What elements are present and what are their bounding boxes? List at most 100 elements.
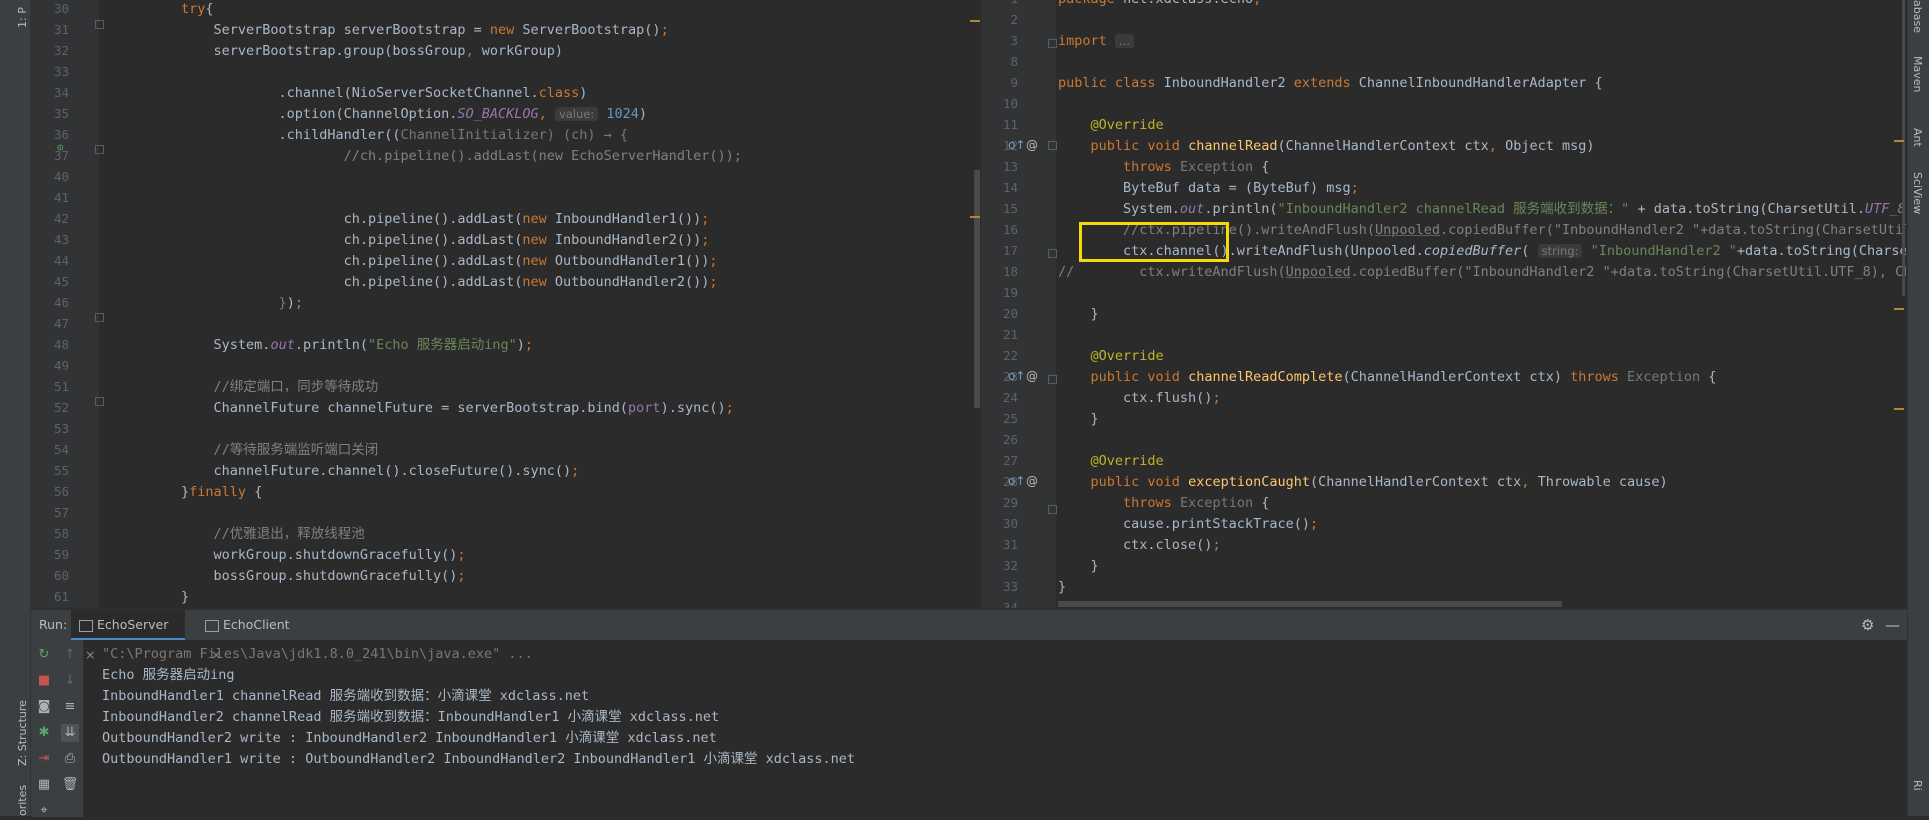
code-line: public void channelReadComplete(ChannelH…	[1090, 369, 1717, 385]
code-line: ctx.flush();	[1058, 390, 1221, 406]
run-toolbar-primary: ↻ ■ ◙ ✱ ⇥ ▦ ⌖	[31, 640, 57, 820]
line-number: 11	[1002, 117, 1018, 132]
code-line: package net.xdclass.echo;	[1058, 0, 1261, 10]
sciview-tool-label[interactable]: SciView	[1911, 172, 1924, 214]
pin-icon[interactable]: ⌖	[35, 802, 53, 820]
code-line: }	[1058, 306, 1099, 322]
fold-icon[interactable]	[1048, 249, 1057, 258]
run-panel-header: Run: EchoServer × EchoClient × ⚙ —	[31, 610, 1908, 662]
ant-tool-label[interactable]: Ant	[1911, 128, 1924, 147]
debug-icon[interactable]: ✱	[35, 724, 53, 742]
code-line: }finally {	[116, 484, 263, 500]
line-number: 30	[53, 1, 69, 16]
fold-icon[interactable]	[1048, 505, 1057, 514]
override-icon[interactable]: o↑	[1008, 138, 1025, 152]
highlight-box	[1079, 222, 1229, 262]
line-number: 33	[1002, 579, 1018, 594]
left-tool-strip: 1: P Z: Structure orites	[0, 0, 31, 816]
code-line: //等待服务端监听端口关闭	[213, 442, 379, 458]
code-line: ctx.close();	[1058, 537, 1221, 553]
code-line: ChannelFuture channelFuture = serverBoot…	[116, 400, 734, 416]
line-number: 56	[53, 484, 69, 499]
line-number: 16	[1002, 222, 1018, 237]
code-line: channelFuture.channel().closeFuture().sy…	[116, 463, 580, 479]
right-tool-strip: abase Maven Ant SciView Ri	[1907, 0, 1929, 816]
fold-icon[interactable]	[95, 20, 104, 29]
project-tool-label[interactable]: 1: P	[16, 7, 29, 28]
favorites-tool-label[interactable]: orites	[16, 785, 29, 816]
rerun-icon[interactable]: ↻	[35, 646, 53, 664]
code-line: @Override	[1090, 348, 1164, 364]
line-number: 26	[1002, 432, 1018, 447]
right-tool-label[interactable]: Ri	[1911, 780, 1924, 791]
structure-tool-label[interactable]: Z: Structure	[16, 700, 29, 766]
code-line: @Override	[1090, 117, 1164, 133]
fold-icon[interactable]	[1048, 375, 1057, 384]
line-number: 1	[994, 0, 1018, 6]
minimize-icon[interactable]: —	[1877, 610, 1908, 640]
close-icon[interactable]: ×	[85, 647, 95, 662]
line-number: 51	[53, 379, 69, 394]
code-line: ServerBootstrap serverBootstrap = new Se…	[116, 22, 669, 38]
fold-icon[interactable]	[95, 313, 104, 322]
code-line: .childHandler((ChannelInitializer) (ch) …	[116, 127, 629, 143]
line-number: 42	[53, 211, 69, 226]
code-line: ch.pipeline().addLast(new InboundHandler…	[116, 211, 710, 227]
stop-icon[interactable]: ■	[35, 672, 53, 690]
override-icon[interactable]: o↑	[1008, 369, 1025, 383]
line-number: 13	[1002, 159, 1018, 174]
fold-icon[interactable]	[1048, 141, 1057, 150]
editor-left[interactable]: 30 try{31 ServerBootstrap serverBootstra…	[31, 0, 981, 608]
print-icon[interactable]: ⎙	[61, 750, 79, 768]
fold-icon[interactable]	[95, 397, 104, 406]
code-line: throws Exception {	[1123, 159, 1270, 175]
line-number: 32	[1002, 558, 1018, 573]
override-icon[interactable]: o↑	[1008, 474, 1025, 488]
run-panel: Run: EchoServer × EchoClient × ⚙ — ↻ ■ ◙…	[31, 609, 1908, 820]
editor-right-vscrollbar[interactable]	[1902, 0, 1905, 296]
scroll-to-end-icon[interactable]: ⇊	[61, 724, 79, 742]
code-line: try{	[181, 1, 214, 17]
layout-icon[interactable]: ▦	[35, 776, 53, 794]
editor-right[interactable]: 1 package net.xdclass.echo; 2 3 import ... 8 9…	[984, 0, 1906, 608]
tab-echoserver[interactable]: EchoServer ×	[71, 610, 185, 662]
fold-icon[interactable]	[95, 145, 104, 154]
down-arrow-icon[interactable]: ↓	[61, 672, 79, 690]
code-line: import ...	[1058, 31, 1134, 52]
code-line: workGroup.shutdownGracefully();	[116, 547, 466, 563]
line-number: 9	[1010, 75, 1018, 90]
tab-echoserver-label: EchoServer	[97, 617, 169, 632]
editor-right-hscrollbar[interactable]	[1058, 601, 1562, 607]
line-number: 21	[1002, 327, 1018, 342]
line-number: 57	[53, 505, 69, 520]
fold-icon[interactable]	[1048, 39, 1057, 48]
line-number: 34	[53, 85, 69, 100]
exit-icon[interactable]: ⇥	[35, 750, 53, 768]
run-label: Run:	[39, 617, 68, 632]
console-line: InboundHandler1 channelRead 服务端收到数据：小滴课堂…	[102, 688, 590, 704]
scroll-mark	[970, 216, 980, 218]
code-line: .channel(NioServerSocketChannel.class)	[116, 85, 588, 101]
soft-wrap-icon[interactable]: ≡	[61, 698, 79, 716]
trash-icon[interactable]: 🗑	[61, 776, 79, 794]
scroll-mark	[1894, 408, 1904, 410]
tab-echoclient[interactable]: EchoClient ×	[197, 610, 313, 662]
code-line: bossGroup.shutdownGracefully();	[116, 568, 466, 584]
editor-left-scrollbar[interactable]	[974, 170, 980, 408]
database-tool-label[interactable]: abase	[1911, 0, 1924, 33]
up-arrow-icon[interactable]: ↑	[61, 646, 79, 664]
line-number: 10	[1002, 96, 1018, 111]
line-number: 54	[53, 442, 69, 457]
code-line: }	[116, 589, 190, 605]
camera-icon[interactable]: ◙	[35, 698, 53, 716]
implement-icon[interactable]: ⊙	[57, 141, 65, 154]
line-number: 48	[53, 337, 69, 352]
line-number: 30	[1002, 516, 1018, 531]
code-line: }	[1058, 558, 1099, 574]
line-number: 35	[53, 106, 69, 121]
line-number: 25	[1002, 411, 1018, 426]
maven-tool-label[interactable]: Maven	[1911, 56, 1924, 92]
line-number: 41	[53, 190, 69, 205]
scroll-mark	[1894, 308, 1904, 310]
annotation-icon: @	[1026, 138, 1038, 152]
